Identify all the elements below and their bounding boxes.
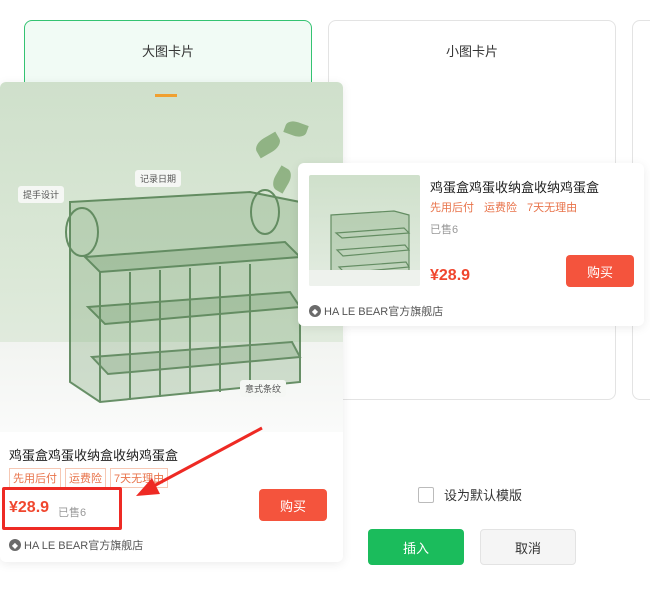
- small-card-option-label: 小图卡片: [445, 44, 498, 59]
- buy-button[interactable]: 购买: [566, 255, 634, 287]
- tag-pay-later: 先用后付: [430, 199, 477, 215]
- product-tags: 先用后付 运费险 7天无理由: [9, 468, 169, 488]
- product-tags: 先用后付 运费险 7天无理由: [430, 199, 581, 215]
- callout-date: 记录日期: [135, 170, 182, 187]
- insert-button[interactable]: 插入: [368, 529, 464, 565]
- egg-rack-thumbnail: [309, 210, 420, 286]
- product-title: 鸡蛋盒鸡蛋收纳盒收纳鸡蛋盒: [430, 180, 600, 195]
- product-thumbnail: [309, 175, 420, 286]
- buy-button[interactable]: 购买: [259, 489, 327, 521]
- sold-count: 已售6: [430, 224, 459, 236]
- small-card-preview: 鸡蛋盒鸡蛋收纳盒收纳鸡蛋盒 先用后付 运费险 7天无理由 已售6 ¥28.9 购…: [298, 163, 644, 326]
- tag-seven-day-return: 7天无理由: [524, 199, 581, 215]
- shop-info: ◆ HA LE BEAR官方旗舰店: [309, 303, 443, 319]
- egg-rack-illustration: [65, 189, 303, 404]
- default-template-label: 设为默认模版: [444, 488, 523, 503]
- callout-stripe: 意式条纹: [240, 380, 287, 397]
- product-title: 鸡蛋盒鸡蛋收纳盒收纳鸡蛋盒: [9, 448, 179, 463]
- template-picker: 大图卡片 小图卡片 提手设计 记录日期 意式条纹 鸡蛋盒鸡蛋收纳盒收纳鸡蛋盒 先…: [0, 0, 650, 590]
- default-template-option[interactable]: 设为默认模版: [418, 485, 522, 504]
- default-template-checkbox[interactable]: [418, 486, 434, 503]
- cancel-button[interactable]: 取消: [480, 529, 576, 565]
- product-image: 提手设计 记录日期 意式条纹: [0, 82, 343, 432]
- tag-shipping-insurance: 运费险: [481, 199, 520, 215]
- callout-handle: 提手设计: [18, 186, 65, 203]
- shop-name: HA LE BEAR官方旗舰店: [324, 306, 444, 318]
- tag-shipping-insurance: 运费险: [65, 468, 106, 488]
- shop-icon: ◆: [309, 305, 321, 317]
- shop-icon: ◆: [9, 539, 21, 551]
- price-highlight-box: [2, 487, 122, 530]
- big-card-preview: 提手设计 记录日期 意式条纹 鸡蛋盒鸡蛋收纳盒收纳鸡蛋盒 先用后付 运费险 7天…: [0, 82, 343, 562]
- tag-pay-later: 先用后付: [9, 468, 61, 488]
- shop-name: HA LE BEAR官方旗舰店: [24, 540, 144, 552]
- product-price: ¥28.9: [430, 267, 471, 284]
- tag-seven-day-return: 7天无理由: [110, 468, 169, 488]
- big-card-option-label: 大图卡片: [141, 44, 194, 59]
- shop-info: ◆ HA LE BEAR官方旗舰店: [9, 537, 143, 553]
- carousel-indicator: [155, 94, 177, 97]
